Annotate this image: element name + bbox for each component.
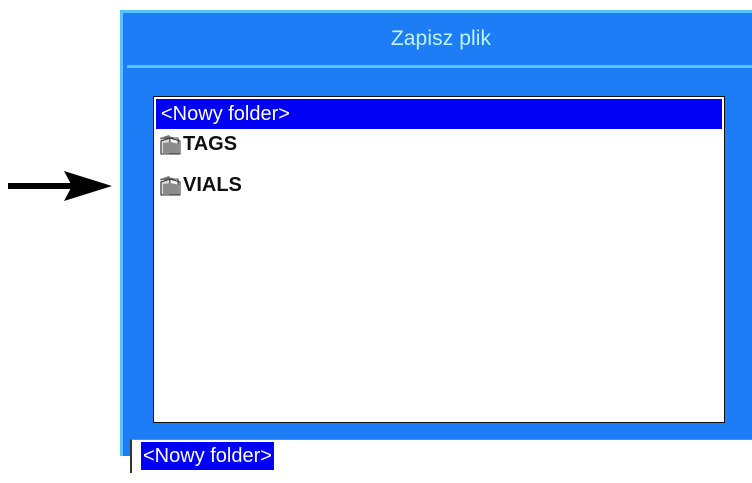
dialog-titlebar: Zapisz plik <box>127 13 752 68</box>
file-list[interactable]: <Nowy folder> TAGS VIALS <box>153 96 725 423</box>
filename-input-value: <Nowy folder> <box>141 442 274 470</box>
right-arrow-icon <box>8 171 112 201</box>
list-item-new-folder[interactable]: <Nowy folder> <box>156 99 722 129</box>
folder-icon <box>160 176 181 196</box>
filename-input[interactable]: <Nowy folder> <box>130 439 752 473</box>
list-item-label: TAGS <box>183 133 238 155</box>
folder-icon <box>160 135 181 155</box>
list-item-vials[interactable]: VIALS <box>156 170 242 200</box>
list-item-label: <Nowy folder> <box>161 103 290 125</box>
list-item-tags[interactable]: TAGS <box>156 129 237 159</box>
screen: Zapisz plik <Nowy folder> TAGS VIALS <No… <box>0 0 752 483</box>
list-item-label: VIALS <box>183 174 242 196</box>
dialog-title: Zapisz plik <box>390 27 492 50</box>
save-file-dialog: Zapisz plik <Nowy folder> TAGS VIALS <box>120 10 752 456</box>
